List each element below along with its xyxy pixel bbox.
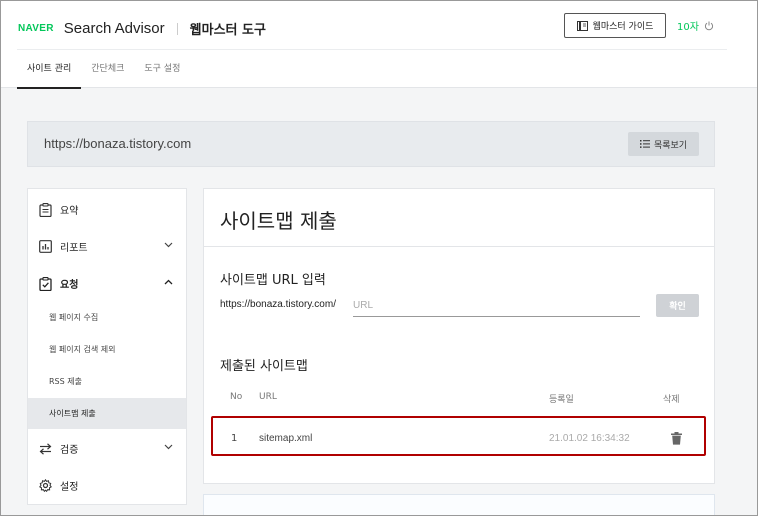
naver-logo[interactable]: NAVER xyxy=(18,23,54,34)
tab-site-management[interactable]: 사이트 관리 xyxy=(17,50,82,89)
list-view-label: 목록보기 xyxy=(653,140,688,151)
main-tabs: 사이트 관리 간단체크 도구 설정 xyxy=(17,50,190,89)
chevron-down-icon xyxy=(164,444,173,450)
checklist-icon xyxy=(39,276,52,291)
sidebar-subitem-search-exclude[interactable]: 웹 페이지 검색 제외 xyxy=(28,334,186,365)
page-title: 사이트맵 제출 xyxy=(220,209,337,233)
list-view-button[interactable]: 목록보기 xyxy=(628,132,699,156)
sidebar-item-label: 리포트 xyxy=(60,243,88,254)
sidebar-item-settings[interactable]: 설정 xyxy=(28,467,186,504)
sidebar-item-label: 요약 xyxy=(60,206,79,217)
sidebar: 요약 리포트 요청 웹 페이지 수집 웹 페이지 검색 제외 RSS 제출 사이… xyxy=(27,188,187,505)
tab-quick-check[interactable]: 간단체크 xyxy=(81,50,134,88)
sidebar-subitem-sitemap-submit[interactable]: 사이트맵 제출 xyxy=(28,398,186,429)
power-icon[interactable] xyxy=(704,21,714,31)
sidebar-item-verify[interactable]: 검증 xyxy=(28,430,186,467)
sidebar-subitem-page-crawl[interactable]: 웹 페이지 수집 xyxy=(28,302,186,333)
top-header: NAVER Search Advisor 웹마스터 도구 웹마스터 가이드 10… xyxy=(1,1,757,89)
sitemap-input-label: 사이트맵 URL 입력 xyxy=(220,273,326,288)
column-header-url: URL xyxy=(259,392,277,402)
chart-icon xyxy=(39,240,52,253)
confirm-button[interactable]: 확인 xyxy=(656,294,699,317)
sidebar-item-request[interactable]: 요청 xyxy=(28,265,186,302)
sidebar-subitem-rss-submit[interactable]: RSS 제출 xyxy=(28,366,186,397)
sidebar-item-summary[interactable]: 요약 xyxy=(28,191,186,228)
column-header-no: No xyxy=(230,392,243,402)
sidebar-item-report[interactable]: 리포트 xyxy=(28,228,186,265)
webmaster-guide-button[interactable]: 웹마스터 가이드 xyxy=(564,13,666,38)
clipboard-icon xyxy=(39,202,52,217)
trash-icon[interactable] xyxy=(671,432,682,445)
sidebar-item-label: 설정 xyxy=(60,482,79,493)
sidebar-item-label: 검증 xyxy=(60,445,79,456)
column-header-date: 등록일 xyxy=(549,395,574,405)
sitemap-panel: 사이트맵 제출 사이트맵 URL 입력 https://bonaza.tisto… xyxy=(203,188,715,484)
site-url: https://bonaza.tistory.com xyxy=(44,136,192,151)
user-menu[interactable]: 10자 xyxy=(677,18,714,33)
brand-divider xyxy=(176,22,178,35)
chevron-down-icon xyxy=(164,242,173,248)
sidebar-item-label: 요청 xyxy=(60,280,79,291)
guide-button-label: 웹마스터 가이드 xyxy=(592,22,654,32)
list-icon xyxy=(639,140,650,148)
sitemap-url-input[interactable] xyxy=(353,295,640,317)
chevron-up-icon xyxy=(164,279,173,285)
gear-icon xyxy=(39,479,52,492)
swap-icon xyxy=(39,442,52,455)
book-icon xyxy=(576,20,588,31)
url-prefix: https://bonaza.tistory.com/ xyxy=(220,299,336,310)
tool-title[interactable]: 웹마스터 도구 xyxy=(190,19,266,38)
site-url-bar: https://bonaza.tistory.com 목록보기 xyxy=(27,121,715,167)
title-divider xyxy=(204,246,714,247)
user-name: 10자 xyxy=(677,22,699,33)
row-date: 21.01.02 16:34:32 xyxy=(549,433,630,444)
tab-tool-settings[interactable]: 도구 설정 xyxy=(134,50,190,88)
row-number: 1 xyxy=(231,433,238,444)
lower-panel xyxy=(203,494,715,516)
submitted-sitemaps-label: 제출된 사이트맵 xyxy=(220,359,308,374)
brand[interactable]: NAVER Search Advisor 웹마스터 도구 xyxy=(18,19,266,38)
brand-title[interactable]: Search Advisor xyxy=(64,20,165,37)
column-header-delete: 삭제 xyxy=(663,395,680,405)
row-url: sitemap.xml xyxy=(259,433,313,444)
